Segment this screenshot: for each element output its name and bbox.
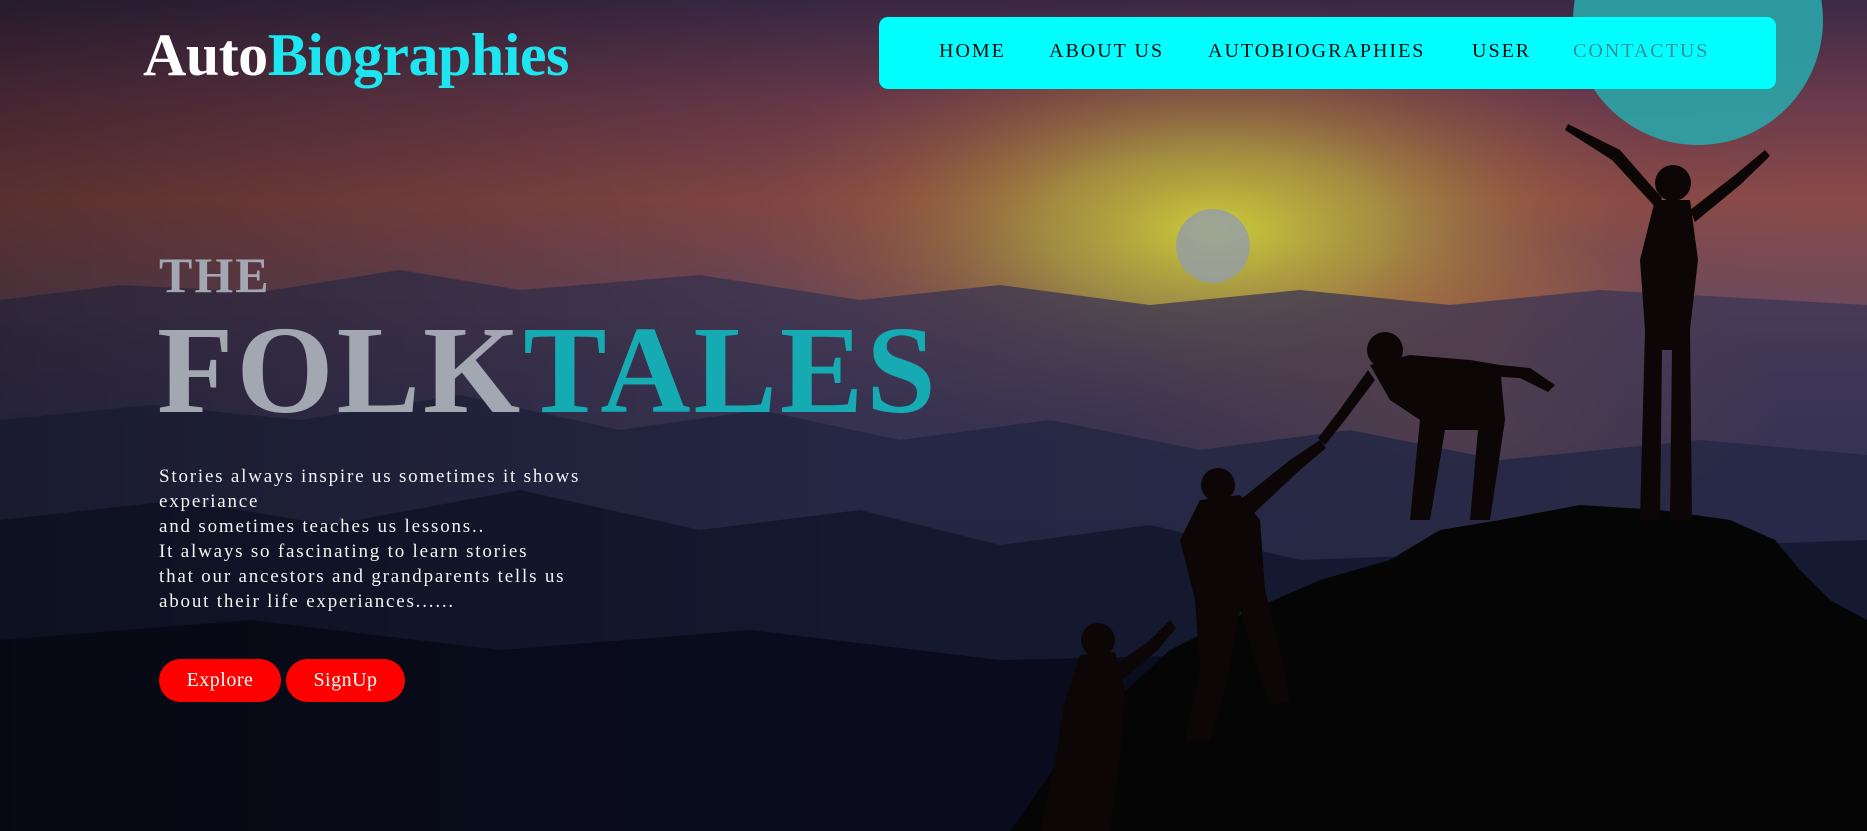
hero-description-line: and sometimes teaches us lessons.. [159,516,486,537]
hero-description-line: about their life experiances...... [159,591,455,612]
hero-description: Stories always inspire us sometimes it s… [159,464,679,614]
hero-title: FOLKTALES [157,306,939,436]
hero-description-line: It always so fascinating to learn storie… [159,541,529,562]
hero-description-line: that our ancestors and grandparents tell… [159,566,566,587]
main-navigation: HOME ABOUT US AUTOBIOGRAPHIES USER CONTA… [879,17,1776,89]
brand-logo-part2: Biographies [267,22,570,88]
hero-title-part1: FOLK [157,302,524,440]
nav-about-us-link[interactable]: ABOUT US [1049,17,1164,89]
nav-contactus-link[interactable]: CONTACTUS [1573,17,1709,89]
hero-title-part2: TALES [523,302,939,440]
nav-autobiographies-link[interactable]: AUTOBIOGRAPHIES [1208,17,1425,89]
brand-logo[interactable]: AutoBiographies [143,20,569,90]
explore-button[interactable]: Explore [159,659,281,702]
hero-description-line: experiance [159,491,260,512]
nav-user-link[interactable]: USER [1472,17,1531,89]
nav-home-link[interactable]: HOME [939,17,1006,89]
signup-button[interactable]: SignUp [286,659,405,702]
hero-pretitle: THE [159,247,271,303]
brand-logo-part1: Auto [143,22,268,88]
hero-description-line: Stories always inspire us sometimes it s… [159,466,581,487]
